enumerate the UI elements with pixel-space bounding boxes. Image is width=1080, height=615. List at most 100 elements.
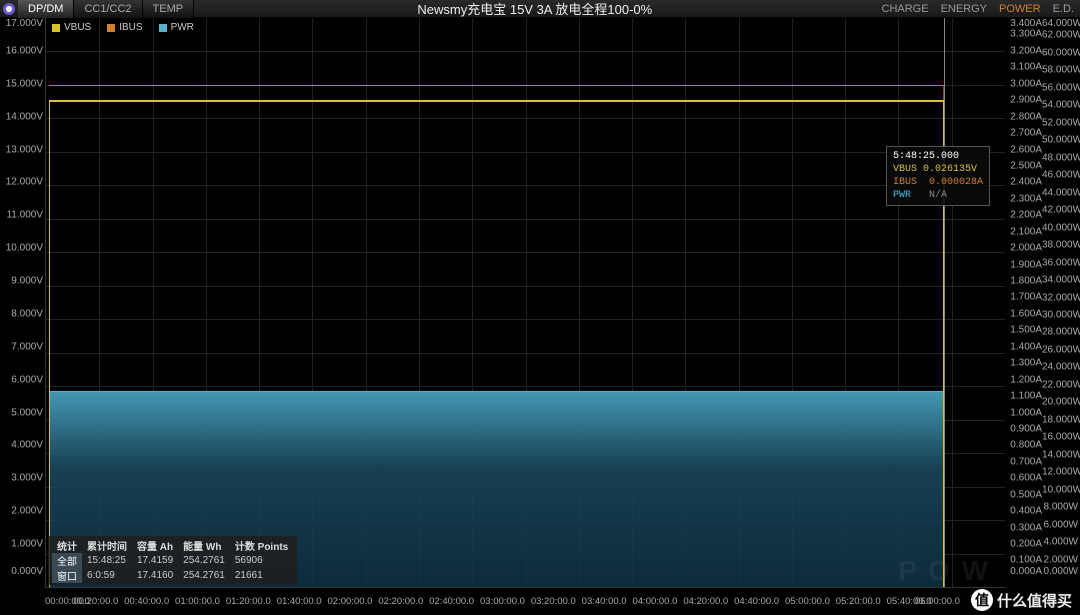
tooltip-ibus-value: 0.000028A xyxy=(929,177,983,188)
y-tick-w: 28.000W xyxy=(1042,327,1078,338)
legend-label: VBUS xyxy=(64,22,91,33)
pwr-line xyxy=(49,391,943,392)
y-tick-w: 36.000W xyxy=(1042,257,1078,268)
legend-swatch xyxy=(52,24,60,32)
y-tick-a: 2.200A xyxy=(1006,210,1042,221)
x-tick: 00:20:00.0 xyxy=(73,596,118,607)
y-tick-a: 2.800A xyxy=(1006,111,1042,122)
x-tick: 04:20:00.0 xyxy=(683,596,728,607)
vbus-line xyxy=(49,100,943,102)
y-tick-w: 6.000W xyxy=(1042,519,1078,530)
legend-swatch xyxy=(107,24,115,32)
stats-row1-pts: 21661 xyxy=(230,568,293,583)
y-tick-v: 10.000V xyxy=(0,243,43,254)
y-tick-a: 3.100A xyxy=(1006,62,1042,73)
y-tick-a: 2.500A xyxy=(1006,160,1042,171)
x-tick: 03:00:00.0 xyxy=(480,596,525,607)
y-tick-a: 1.500A xyxy=(1006,325,1042,336)
y-tick-a: 0.000A xyxy=(1006,566,1042,577)
legend-item: PWR xyxy=(159,22,194,33)
stats-h0: 统计 xyxy=(52,538,82,553)
badge-text: 什么值得买 xyxy=(997,590,1072,611)
y-tick-w: 64.000W xyxy=(1042,18,1078,29)
tooltip-time: 5:48:25.000 xyxy=(893,150,983,163)
y-tick-a: 1.100A xyxy=(1006,391,1042,402)
cursor-line[interactable] xyxy=(944,18,945,587)
tab-ed[interactable]: E.D. xyxy=(1047,0,1080,18)
y-tick-a: 2.600A xyxy=(1006,144,1042,155)
y-tick-w: 8.000W xyxy=(1042,502,1078,513)
x-tick: 02:20:00.0 xyxy=(378,596,423,607)
y-tick-a: 0.100A xyxy=(1006,555,1042,566)
y-tick-w: 38.000W xyxy=(1042,240,1078,251)
y-tick-v: 14.000V xyxy=(0,111,43,122)
stats-row1-ah: 17.4160 xyxy=(132,568,178,583)
tab-power[interactable]: POWER xyxy=(993,0,1047,18)
y-tick-a: 0.200A xyxy=(1006,539,1042,550)
y-tick-a: 1.300A xyxy=(1006,358,1042,369)
y-tick-w: 0.000W xyxy=(1042,566,1078,577)
app-icon xyxy=(0,0,18,18)
y-axis-volts: 17.000V16.000V15.000V14.000V13.000V12.00… xyxy=(0,18,43,588)
ibus-line xyxy=(49,85,943,86)
y-tick-a: 0.700A xyxy=(1006,456,1042,467)
y-tick-w: 44.000W xyxy=(1042,187,1078,198)
stats-h2: 容量 Ah xyxy=(132,538,178,553)
y-tick-a: 0.400A xyxy=(1006,506,1042,517)
chart-area[interactable] xyxy=(45,18,1005,588)
y-tick-a: 1.700A xyxy=(1006,292,1042,303)
legend-item: IBUS xyxy=(107,22,142,33)
stats-row1-wh: 254.2761 xyxy=(178,568,230,583)
tooltip-pwr-label: PWR xyxy=(893,190,911,201)
y-tick-w: 26.000W xyxy=(1042,344,1078,355)
x-tick: 01:20:00.0 xyxy=(226,596,271,607)
y-tick-w: 24.000W xyxy=(1042,362,1078,373)
legend-label: PWR xyxy=(171,22,194,33)
tab-cc1-cc2[interactable]: CC1/CC2 xyxy=(74,0,142,18)
y-tick-a: 1.400A xyxy=(1006,341,1042,352)
y-tick-w: 60.000W xyxy=(1042,47,1078,58)
tooltip-vbus-value: 0.026135V xyxy=(923,164,977,175)
y-tick-v: 6.000V xyxy=(0,374,43,385)
y-tick-w: 42.000W xyxy=(1042,205,1078,216)
legend-swatch xyxy=(159,24,167,32)
vbus-rise xyxy=(49,100,50,587)
y-tick-a: 3.300A xyxy=(1006,29,1042,40)
x-tick: 02:40:00.0 xyxy=(429,596,474,607)
y-tick-v: 11.000V xyxy=(0,210,43,221)
y-tick-v: 16.000V xyxy=(0,45,43,56)
chart-title: Newsmy充电宝 15V 3A 放电全程100-0% xyxy=(194,0,875,18)
x-tick: 02:00:00.0 xyxy=(328,596,373,607)
y-tick-a: 2.100A xyxy=(1006,226,1042,237)
tab-charge[interactable]: CHARGE xyxy=(876,0,935,18)
y-tick-w: 40.000W xyxy=(1042,222,1078,233)
x-tick: 00:40:00.0 xyxy=(124,596,169,607)
stats-panel: 统计 累计时间 容量 Ah 能量 Wh 计数 Points 全部 15:48:2… xyxy=(48,536,297,585)
x-tick: 05:20:00.0 xyxy=(836,596,881,607)
y-tick-v: 0.000V xyxy=(0,566,43,577)
tab-dp-dm[interactable]: DP/DM xyxy=(18,0,74,18)
y-axis-amps: 3.400A3.300A3.200A3.100A3.000A2.900A2.80… xyxy=(1006,18,1042,588)
stats-row0-ah: 17.4159 xyxy=(132,553,178,568)
stats-row0-pts: 56906 xyxy=(230,553,293,568)
top-bar: DP/DM CC1/CC2 TEMP Newsmy充电宝 15V 3A 放电全程… xyxy=(0,0,1080,18)
y-tick-v: 12.000V xyxy=(0,177,43,188)
y-tick-a: 2.900A xyxy=(1006,95,1042,106)
y-tick-a: 3.000A xyxy=(1006,78,1042,89)
tab-temp[interactable]: TEMP xyxy=(143,0,195,18)
y-tick-w: 56.000W xyxy=(1042,82,1078,93)
y-tick-w: 14.000W xyxy=(1042,449,1078,460)
y-tick-a: 3.200A xyxy=(1006,45,1042,56)
y-tick-v: 1.000V xyxy=(0,539,43,550)
y-tick-a: 0.600A xyxy=(1006,473,1042,484)
x-tick: 01:00:00.0 xyxy=(175,596,220,607)
y-tick-a: 1.800A xyxy=(1006,276,1042,287)
x-tick: 04:00:00.0 xyxy=(632,596,677,607)
stats-row1-time: 6:0:59 xyxy=(82,568,132,583)
y-tick-w: 62.000W xyxy=(1042,30,1078,41)
tab-energy[interactable]: ENERGY xyxy=(935,0,993,18)
y-tick-v: 17.000V xyxy=(0,18,43,29)
y-tick-a: 1.000A xyxy=(1006,407,1042,418)
y-tick-a: 2.000A xyxy=(1006,243,1042,254)
y-tick-v: 5.000V xyxy=(0,407,43,418)
